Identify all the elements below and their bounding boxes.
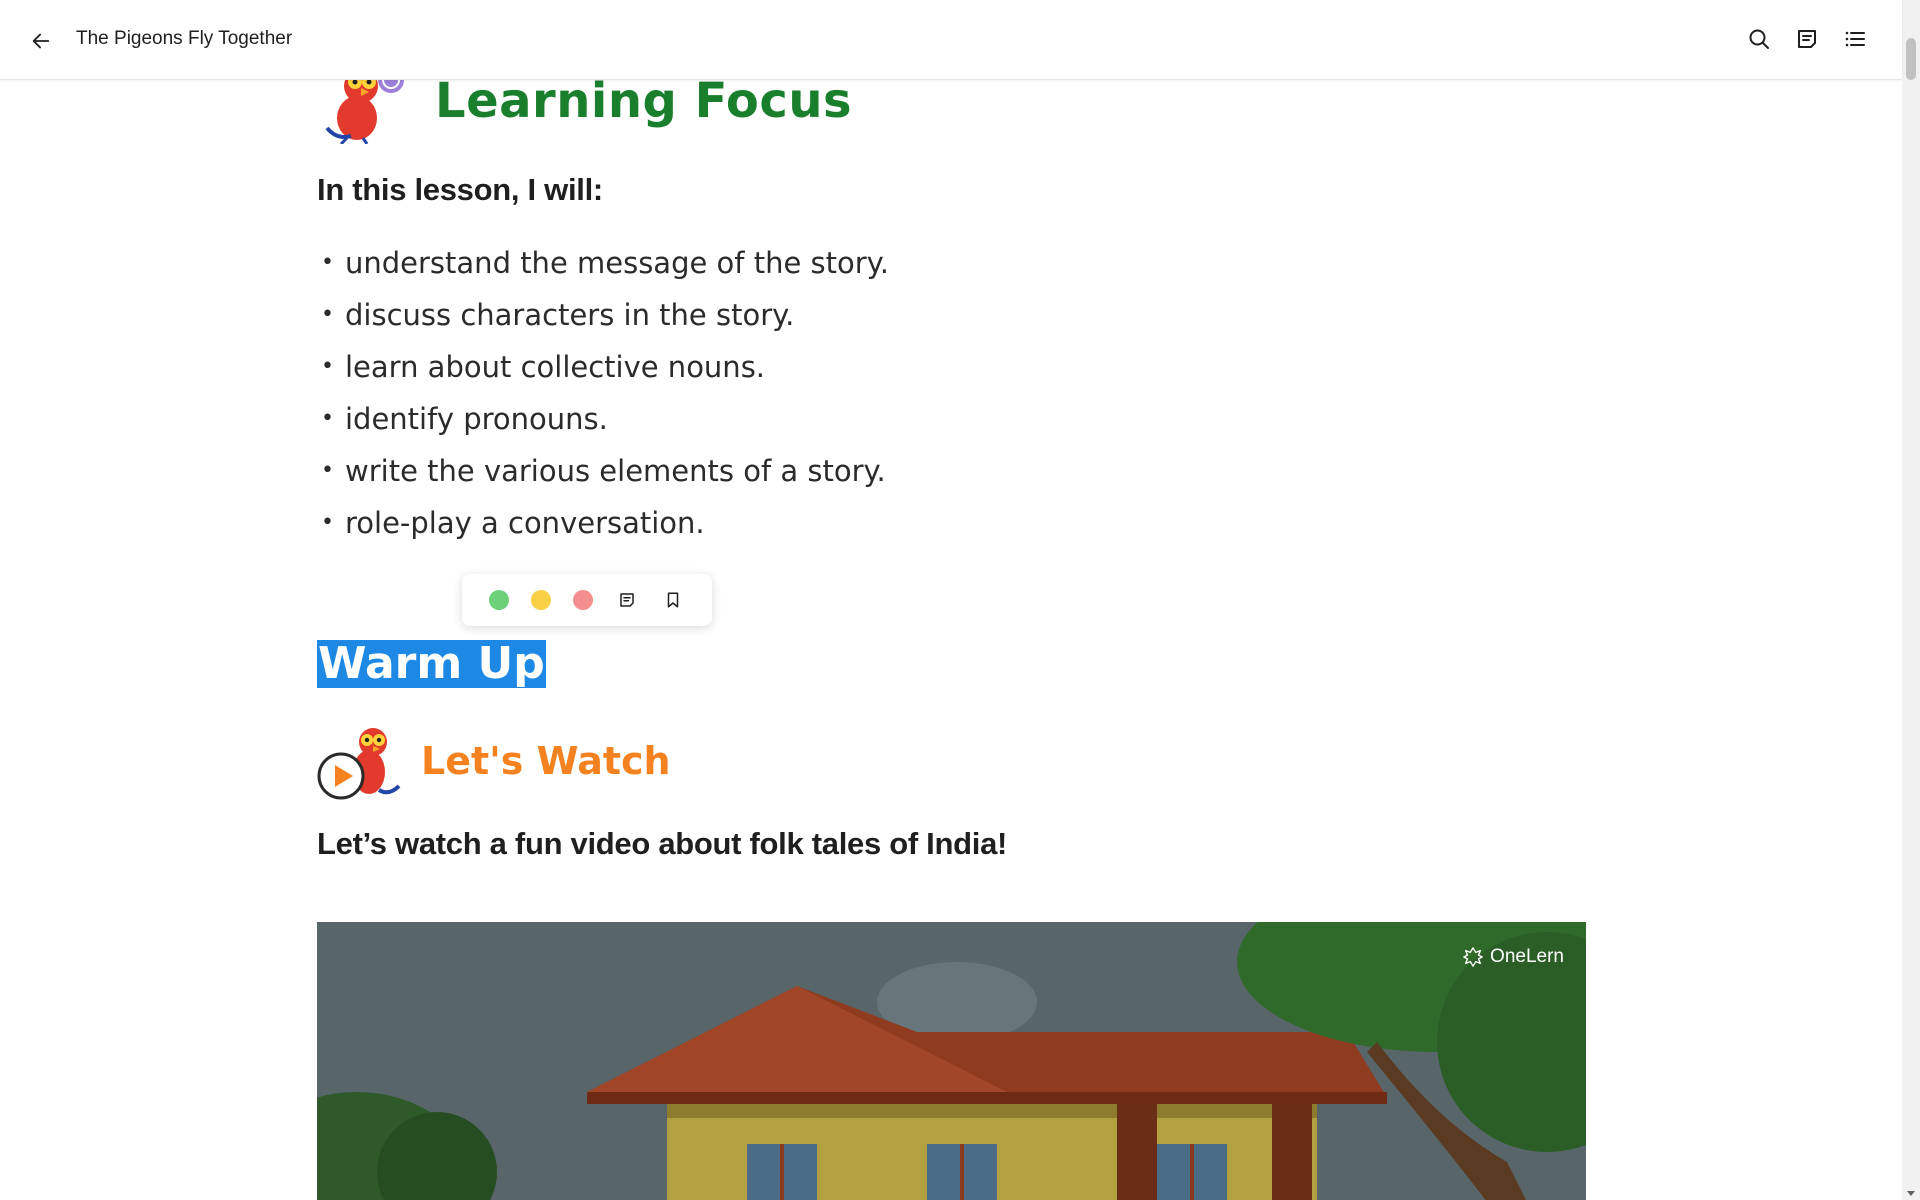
video-brand-name: OneLern bbox=[1490, 946, 1564, 967]
lesson-intro-text: In this lesson, I will: bbox=[317, 172, 603, 207]
list-item: • identify pronouns. bbox=[321, 402, 608, 436]
table-of-contents-icon bbox=[1845, 31, 1865, 47]
add-note-button[interactable] bbox=[615, 588, 639, 612]
warm-up-heading-selected[interactable]: Warm Up bbox=[317, 640, 546, 688]
top-app-bar: The Pigeons Fly Together bbox=[0, 0, 1902, 80]
list-item: • understand the message of the story. bbox=[321, 246, 889, 280]
back-button[interactable] bbox=[24, 24, 58, 58]
lets-watch-heading: Let's Watch bbox=[421, 739, 671, 783]
top-actions bbox=[1742, 22, 1872, 56]
highlight-red-button[interactable] bbox=[573, 590, 593, 610]
scroll-down-arrow-icon[interactable] bbox=[1907, 1191, 1915, 1196]
list-item: • write the various elements of a story. bbox=[321, 454, 886, 488]
onelern-logo-icon bbox=[1463, 947, 1483, 967]
highlight-yellow-button[interactable] bbox=[531, 590, 551, 610]
highlight-green-button[interactable] bbox=[489, 590, 509, 610]
bookmark-button[interactable] bbox=[661, 588, 685, 612]
lets-watch-intro-text: Let’s watch a fun video about folk tales… bbox=[317, 826, 1008, 861]
learning-focus-heading: Learning Focus bbox=[435, 73, 853, 129]
list-item: • learn about collective nouns. bbox=[321, 350, 766, 384]
list-item: • role-play a conversation. bbox=[321, 506, 705, 540]
search-button[interactable] bbox=[1742, 22, 1776, 56]
notes-icon bbox=[1798, 30, 1816, 48]
lets-watch-header: Let's Watch bbox=[317, 718, 671, 804]
table-of-contents-button[interactable] bbox=[1838, 22, 1872, 56]
video-thumbnail-house-illustration bbox=[317, 922, 1586, 1200]
bookmark-icon bbox=[667, 592, 679, 608]
add-note-icon bbox=[620, 593, 634, 607]
vertical-scrollbar[interactable] bbox=[1902, 0, 1920, 1200]
notes-button[interactable] bbox=[1790, 22, 1824, 56]
book-title: The Pigeons Fly Together bbox=[76, 28, 293, 49]
video-player[interactable]: OneLern bbox=[317, 922, 1586, 1200]
video-brand: OneLern bbox=[1462, 946, 1564, 968]
highlight-toolbar bbox=[462, 574, 712, 626]
list-item: • discuss characters in the story. bbox=[321, 298, 795, 332]
search-icon bbox=[1749, 29, 1769, 49]
parrot-mascot-play-icon bbox=[317, 728, 401, 800]
arrow-left-icon bbox=[32, 33, 50, 49]
learning-goals-list: • understand the message of the story. • d… bbox=[317, 237, 889, 549]
scrollbar-thumb[interactable] bbox=[1906, 38, 1916, 80]
